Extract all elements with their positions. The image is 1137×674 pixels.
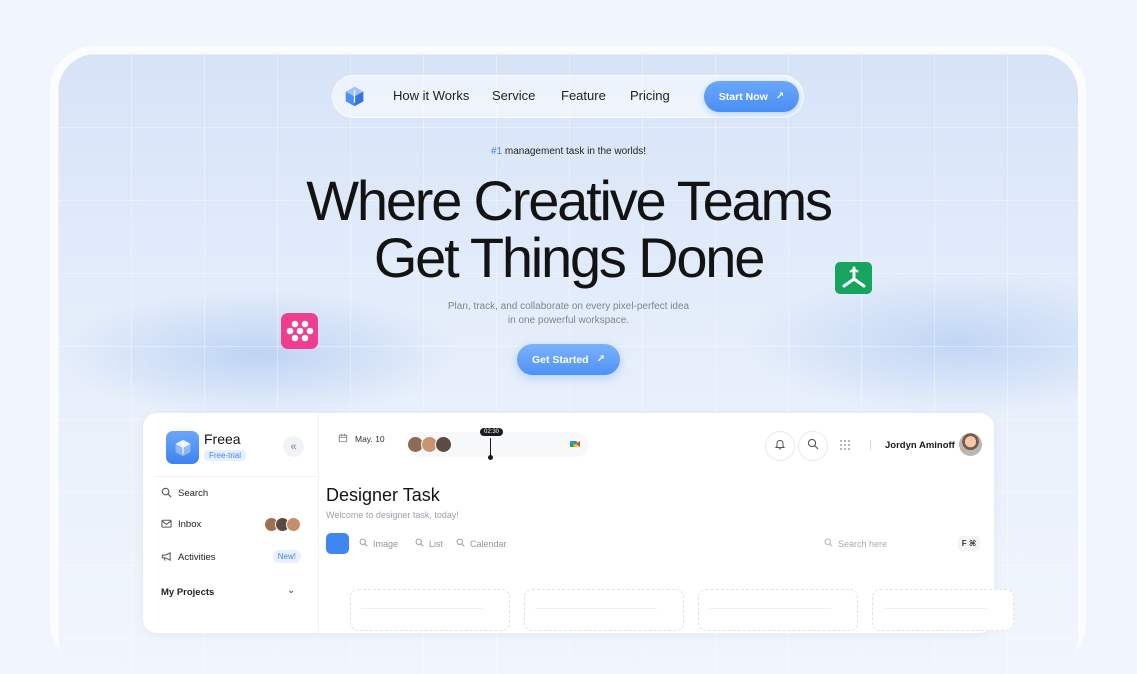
arrow-up-right-icon: ↗ [775,90,785,102]
tagline-accent: #1 [490,146,503,157]
dashboard-preview: Freea Free-trial « Search Inbox Activiti… [143,413,1014,633]
divider [870,440,871,450]
get-started-button[interactable]: Get Started ↗ [517,344,620,375]
search-icon [359,538,368,549]
date-label: May. 10 [355,434,385,444]
logo-icon[interactable] [344,86,365,107]
timeline-track[interactable]: 02:30 [407,428,588,460]
get-started-label: Get Started [532,353,589,366]
bell-icon [774,437,786,455]
start-now-label: Start Now [718,90,768,103]
task-column[interactable] [872,589,1014,631]
nav-link-service[interactable]: Service [492,88,535,103]
hero-subtitle: Plan, track, and collaborate on every pi… [0,300,1137,328]
hero-headline: Where Creative Teams Get Things Done [0,172,1137,286]
notifications-button[interactable] [765,431,795,461]
view-tab-label: List [429,538,444,549]
search-icon [161,487,173,499]
top-nav: How it Works Service Feature Pricing Sta… [332,75,804,118]
task-search-input[interactable]: Search here [824,538,887,549]
calendar-icon [338,433,348,445]
keyboard-shortcut-badge: F ⌘ [958,536,980,551]
view-tab-label: Calendar [470,538,507,549]
nav-link-how-it-works[interactable]: How it Works [393,88,469,103]
task-column[interactable] [698,589,858,631]
tagline-text: management task in the worlds! [504,146,647,157]
date-selector[interactable]: May. 10 [338,433,385,445]
task-column[interactable] [350,589,510,631]
megaphone-icon [161,551,173,563]
sidebar-item-label: Inbox [178,518,202,530]
page-subtitle: Welcome to designer task, today! [326,510,459,520]
page-title: Designer Task [326,485,440,505]
inbox-avatars [264,517,301,532]
avatar [435,436,452,453]
green-app-icon [835,262,872,294]
search-icon [824,538,833,549]
subtitle-line-1: Plan, track, and collaborate on every pi… [447,301,690,312]
task-column[interactable] [524,589,684,631]
view-tab-image[interactable]: Image [359,538,398,549]
arrow-up-right-icon: ↗ [596,353,605,365]
search-placeholder: Search here [838,538,888,549]
view-tab-label: Image [373,538,399,549]
sidebar-item-search[interactable]: Search [161,483,301,503]
nav-link-pricing[interactable]: Pricing [630,88,670,103]
headline-line-1: Where Creative Teams [306,169,833,232]
time-marker: 02:30 [480,428,504,436]
chevron-down-icon[interactable]: ⌄ [287,585,295,596]
sidebar: Freea Free-trial « Search Inbox Activiti… [143,413,318,633]
chevrons-left-icon: « [290,440,297,453]
user-name[interactable]: Jordyn Aminoff [885,440,955,451]
app-logo-icon[interactable] [166,431,199,464]
view-tab-calendar[interactable]: Calendar [456,538,507,549]
collapse-sidebar-button[interactable]: « [283,436,304,457]
mail-icon [161,518,173,530]
sidebar-separator [318,413,319,633]
google-meet-icon[interactable] [569,438,581,450]
sidebar-item-inbox[interactable]: Inbox [161,514,301,534]
view-board-button[interactable] [326,533,349,554]
search-icon [807,437,819,455]
search-icon [456,538,465,549]
new-badge: New! [272,550,301,563]
sidebar-item-label: Search [178,487,209,499]
plan-badge: Free-trial [204,450,247,461]
headline-line-2: Get Things Done [373,226,766,289]
view-tab-list[interactable]: List [415,538,443,549]
hero-tagline: #1 management task in the worlds! [0,146,1137,157]
user-avatar[interactable] [959,433,982,456]
avatar [286,517,301,532]
start-now-button[interactable]: Start Now ↗ [704,81,799,112]
my-projects-label: My Projects [161,587,215,598]
pink-app-icon [281,313,318,349]
app-name: Freea [204,431,241,447]
nav-link-feature[interactable]: Feature [561,88,606,103]
timeline-avatars [407,436,452,453]
sidebar-divider [155,476,318,477]
apps-grid-icon[interactable] [839,439,851,451]
time-marker-line [490,438,491,456]
search-button[interactable] [798,431,828,461]
sidebar-item-label: Activities [178,551,216,563]
subtitle-line-2: in one powerful workspace. [507,315,630,326]
time-marker-handle[interactable] [488,455,493,460]
sidebar-item-activities[interactable]: Activities New! [161,547,301,567]
search-icon [415,538,424,549]
